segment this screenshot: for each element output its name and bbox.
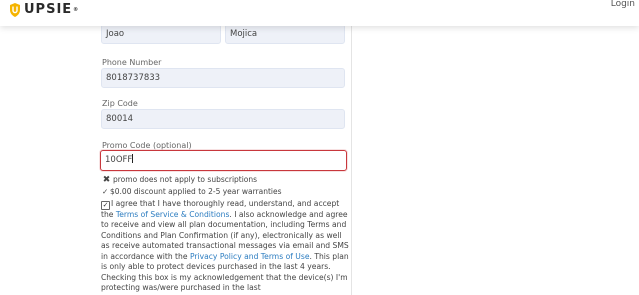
terms-of-service-link[interactable]: Terms of Service & Conditions [116, 210, 230, 219]
phone-number-field[interactable]: 8018737833 [101, 68, 345, 88]
promo-discount-note: ✓ $0.00 discount applied to 2-5 year warr… [102, 187, 282, 197]
shield-logo-icon [10, 3, 20, 17]
zip-code-field[interactable]: 80014 [101, 109, 345, 129]
top-header: UPSIE® Login [0, 0, 639, 26]
zip-code-value: 80014 [106, 114, 134, 124]
text-cursor [132, 154, 134, 163]
registered-mark: ® [73, 7, 80, 13]
phone-number-value: 8018737833 [106, 73, 161, 83]
promo-code-value: 10OFF [105, 155, 133, 165]
promo-subscription-text: promo does not apply to subscriptions [113, 175, 258, 184]
privacy-policy-link[interactable]: Privacy Policy and Terms of Use [190, 252, 310, 261]
login-link[interactable]: Login [611, 0, 635, 9]
last-name-value: Mojica [230, 29, 258, 39]
terms-agreement-text: I agree that I have thoroughly read, und… [101, 199, 349, 294]
first-name-field[interactable]: Joao [101, 24, 221, 44]
brand-name: UPSIE® [24, 2, 80, 17]
zip-code-label: Zip Code [102, 99, 138, 108]
promo-discount-text: $0.00 discount applied to 2-5 year warra… [110, 187, 282, 196]
x-icon: ✖ [102, 175, 111, 185]
phone-number-label: Phone Number [102, 58, 162, 67]
promo-code-input[interactable]: 10OFF [100, 150, 347, 171]
promo-subscription-error: ✖ promo does not apply to subscriptions [102, 175, 257, 185]
upsie-logo[interactable]: UPSIE® [10, 0, 79, 20]
first-name-value: Joao [106, 29, 125, 39]
checkmark-icon: ✓ [102, 187, 109, 196]
last-name-field[interactable]: Mojica [225, 24, 345, 44]
